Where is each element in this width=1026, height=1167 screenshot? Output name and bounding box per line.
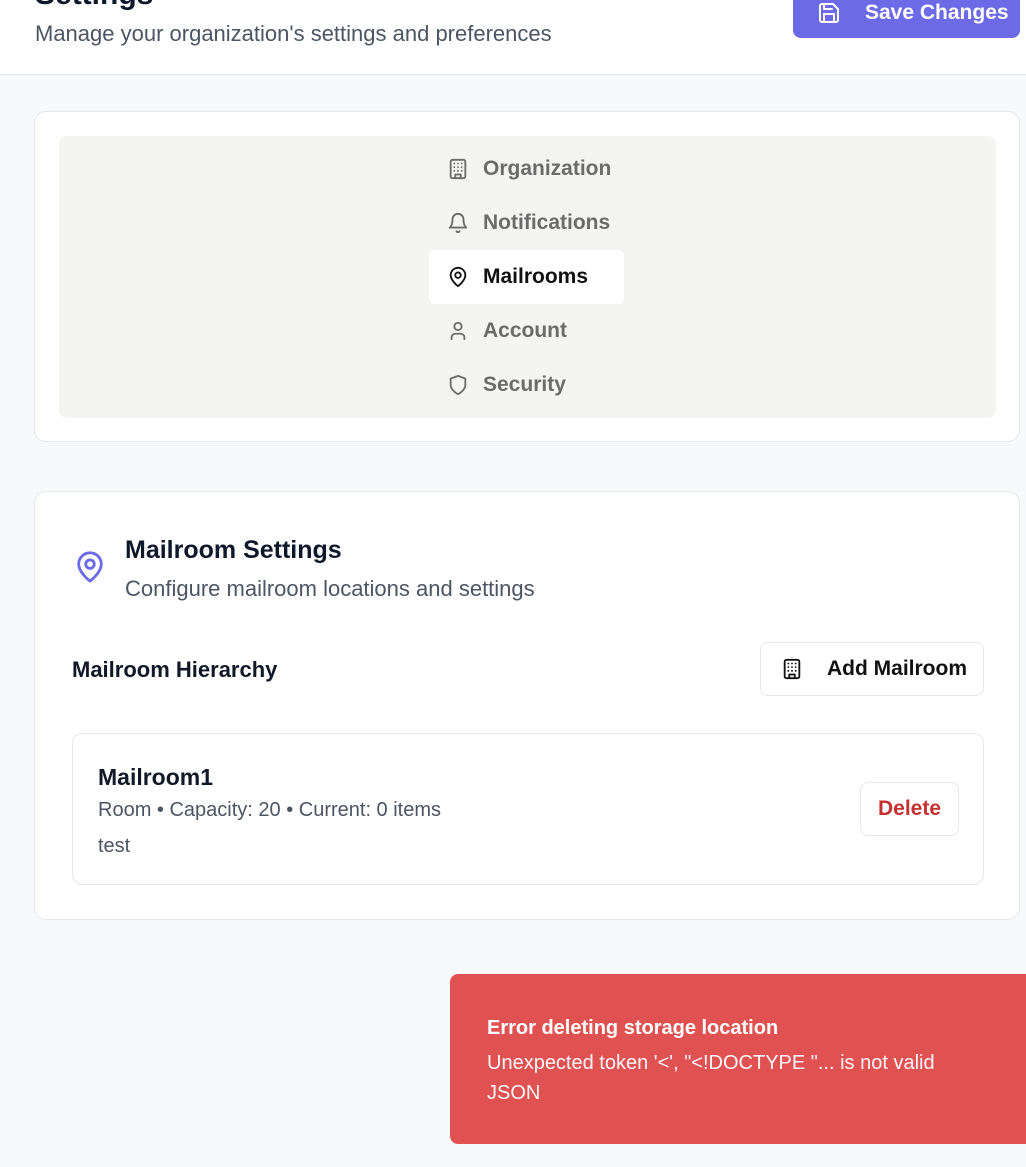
tab-label: Account bbox=[483, 319, 567, 342]
mailroom-description: test bbox=[98, 835, 131, 857]
page-header: Settings Manage your organization's sett… bbox=[0, 0, 1026, 75]
tab-label: Security bbox=[483, 373, 566, 396]
tab-label: Mailrooms bbox=[483, 265, 589, 288]
tab-organization[interactable]: Organization bbox=[429, 142, 624, 196]
settings-tabs-card: Organization Notifications Mailrooms Acc… bbox=[34, 111, 1020, 442]
bell-icon bbox=[448, 213, 468, 234]
tab-label: Organization bbox=[483, 157, 612, 180]
tab-notifications[interactable]: Notifications bbox=[429, 196, 624, 250]
save-changes-label: Save Changes bbox=[865, 1, 1009, 24]
section-subtitle: Configure mailroom locations and setting… bbox=[125, 576, 535, 601]
shield-icon bbox=[449, 374, 467, 396]
tab-list: Organization Notifications Mailrooms Acc… bbox=[59, 136, 996, 418]
mailroom-list-item: Mailroom1 Room • Capacity: 20 • Current:… bbox=[72, 733, 984, 885]
page-title: Settings bbox=[35, 0, 153, 12]
toast-message: Unexpected token '<', "<!DOCTYPE "... is… bbox=[487, 1052, 935, 1104]
building-icon bbox=[783, 658, 801, 680]
tab-mailrooms[interactable]: Mailrooms bbox=[429, 250, 624, 304]
tab-label: Notifications bbox=[483, 211, 611, 234]
map-pin-icon bbox=[77, 551, 103, 583]
building-icon bbox=[449, 158, 467, 180]
toast-title: Error deleting storage location bbox=[487, 1017, 779, 1039]
save-icon bbox=[819, 3, 839, 23]
mailroom-name: Mailroom1 bbox=[98, 764, 214, 790]
tab-security[interactable]: Security bbox=[429, 358, 624, 412]
delete-mailroom-button[interactable]: Delete bbox=[860, 782, 959, 836]
mailroom-meta: Room • Capacity: 20 • Current: 0 items bbox=[98, 799, 442, 821]
section-title: Mailroom Settings bbox=[125, 536, 342, 564]
tab-account[interactable]: Account bbox=[429, 304, 624, 358]
add-mailroom-label: Add Mailroom bbox=[827, 657, 967, 680]
user-icon bbox=[450, 321, 466, 341]
add-mailroom-button[interactable]: Add Mailroom bbox=[760, 642, 984, 696]
error-toast[interactable]: Error deleting storage location Unexpect… bbox=[450, 974, 1026, 1144]
hierarchy-heading: Mailroom Hierarchy bbox=[72, 657, 278, 682]
map-pin-icon bbox=[449, 266, 467, 288]
mailroom-settings-card: Mailroom Settings Configure mailroom loc… bbox=[34, 491, 1020, 920]
save-changes-button[interactable]: Save Changes bbox=[793, 0, 1020, 38]
page-subtitle: Manage your organization's settings and … bbox=[35, 21, 552, 46]
